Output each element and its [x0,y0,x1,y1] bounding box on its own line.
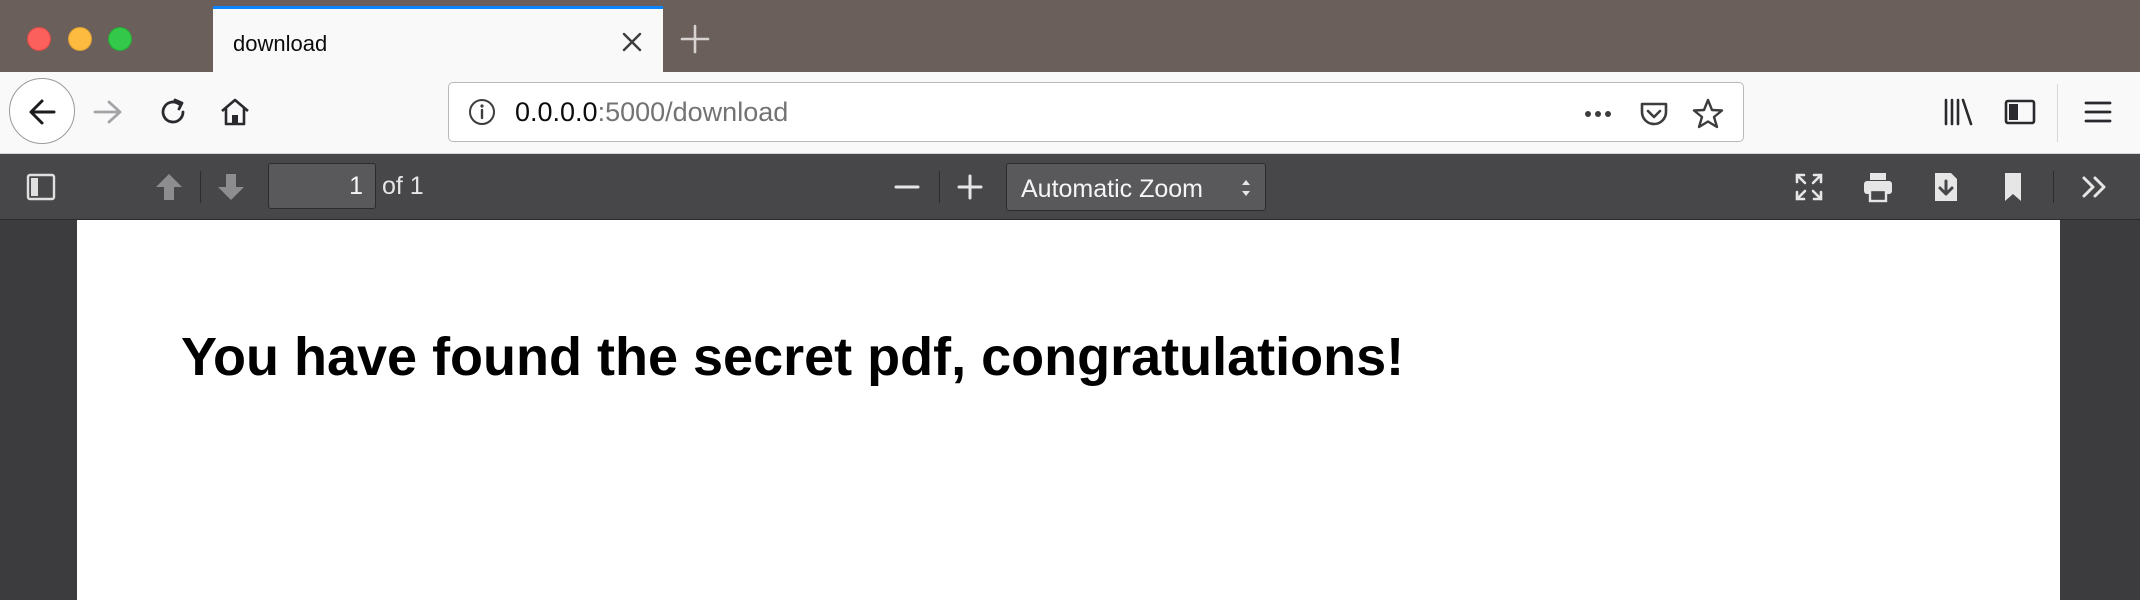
star-icon[interactable] [1691,97,1725,131]
toggle-sidebar-icon[interactable] [24,170,58,204]
reload-icon[interactable] [155,94,191,130]
tab-bar: download [0,0,2140,72]
url-path: :5000/download [597,97,789,127]
url-host: 0.0.0.0 [515,97,598,127]
previous-page-icon[interactable] [152,170,186,204]
download-icon[interactable] [1929,170,1963,204]
url-bar[interactable]: 0.0.0.0:5000/download [448,82,1744,142]
presentation-mode-icon[interactable] [1792,170,1826,204]
pdf-page: You have found the secret pdf, congratul… [77,220,2060,600]
zoom-out-icon[interactable] [890,170,924,204]
pdf-heading: You have found the secret pdf, congratul… [181,327,1405,387]
bookmark-icon[interactable] [1996,170,2030,204]
print-icon[interactable] [1861,170,1895,204]
close-icon[interactable] [619,29,645,55]
pdf-viewer-container[interactable]: You have found the secret pdf, congratul… [0,220,2140,600]
tab-title: download [233,31,328,56]
minimize-window-button[interactable] [68,27,92,51]
browser-window: download 0.0.0.0:5000/download 1 of 1 Au… [0,0,2140,600]
url-text[interactable]: 0.0.0.0:5000/download [515,97,788,128]
next-page-icon[interactable] [214,170,248,204]
zoom-in-icon[interactable] [953,170,987,204]
pdf-toolbar: 1 of 1 Automatic Zoom [0,154,2140,220]
navigation-toolbar: 0.0.0.0:5000/download [0,72,2140,154]
arrow-left-icon [29,99,56,125]
zoom-select[interactable]: Automatic Zoom [1006,163,1266,211]
select-arrows-icon [1239,176,1253,200]
info-icon[interactable] [467,97,497,127]
more-actions-icon[interactable] [1581,97,1615,131]
page-count-label: of 1 [382,172,424,200]
toolbar-separator [2057,84,2058,142]
toolbar-separator [939,171,940,203]
hamburger-menu-icon[interactable] [2080,94,2116,130]
zoom-window-button[interactable] [108,27,132,51]
pocket-icon[interactable] [1637,97,1671,131]
library-icon[interactable] [1940,94,1976,130]
toolbar-separator [2053,171,2054,203]
sidebar-icon[interactable] [2002,94,2038,130]
new-tab-icon[interactable] [678,22,712,56]
tab-download[interactable]: download [213,6,663,72]
back-button[interactable] [9,78,75,144]
tools-menu-icon[interactable] [2078,170,2112,204]
toolbar-separator [200,171,201,203]
page-number-input[interactable]: 1 [268,163,376,209]
home-icon[interactable] [217,94,253,130]
forward-icon[interactable] [90,94,126,130]
close-window-button[interactable] [27,27,51,51]
zoom-select-value: Automatic Zoom [1021,175,1204,203]
